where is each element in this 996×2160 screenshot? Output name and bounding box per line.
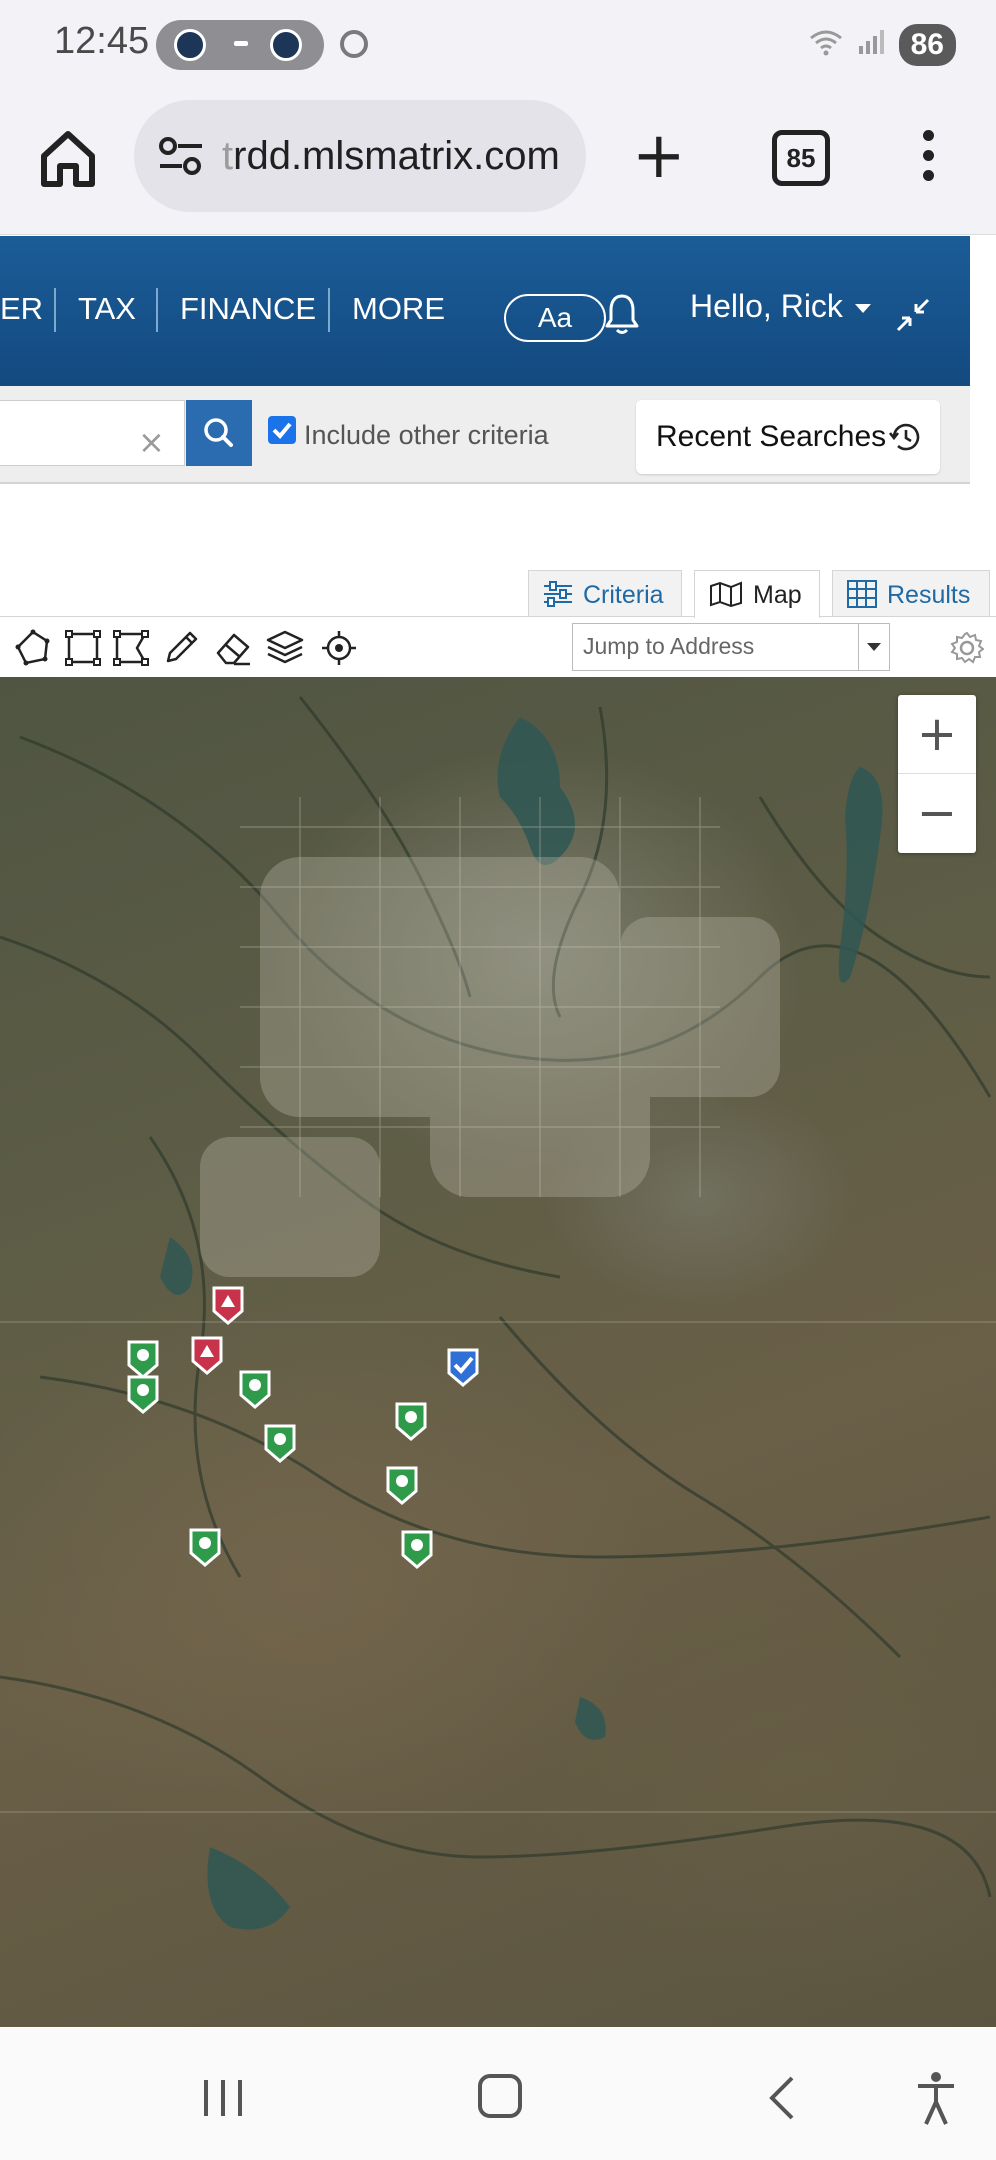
signal-icon (857, 28, 885, 63)
include-criteria-checkbox[interactable] (268, 416, 296, 444)
checkmark-icon (272, 422, 292, 439)
back-icon[interactable] (762, 2074, 802, 2122)
rectangle-draw-icon[interactable] (64, 629, 102, 667)
zoom-control: + − (898, 695, 976, 853)
collapse-icon[interactable] (894, 296, 932, 334)
user-menu[interactable]: Hello, Rick (690, 288, 871, 325)
active-listing-marker[interactable] (394, 1401, 428, 1441)
battery-indicator: 86 (898, 24, 956, 66)
sync-status-icon (340, 30, 368, 58)
recent-searches-button[interactable]: Recent Searches (636, 400, 940, 474)
locate-me-icon[interactable] (320, 629, 358, 667)
nav-item-more[interactable]: MORE (352, 291, 445, 327)
tab-switcher-button[interactable]: 85 (772, 130, 830, 186)
jump-to-address-input[interactable]: Jump to Address (572, 623, 890, 671)
browser-toolbar: trdd.mlsmatrix.com + 85 (0, 92, 996, 235)
nav-item-partial[interactable]: ER (0, 291, 43, 327)
home-icon[interactable] (36, 126, 100, 190)
polygon-draw-icon[interactable] (14, 629, 52, 667)
tab-map[interactable]: Map (694, 570, 820, 618)
status-bar: 12:45 86 (0, 0, 996, 92)
app-notification-icon (174, 29, 206, 61)
zoom-in-button[interactable]: + (898, 695, 976, 774)
wifi-icon (809, 28, 843, 63)
search-icon (204, 418, 233, 447)
notification-pill (156, 20, 324, 70)
active-listing-marker[interactable] (126, 1339, 160, 1379)
recent-apps-icon[interactable] (200, 2076, 246, 2120)
map-icon (710, 581, 742, 607)
active-listing-marker[interactable] (188, 1527, 222, 1567)
include-criteria-label: Include other criteria (304, 420, 549, 450)
eraser-icon[interactable] (214, 629, 252, 667)
main-navigation: ER TAX FINANCE MORE Aa Hello, Rick (0, 236, 970, 386)
satellite-map[interactable]: + − (0, 677, 996, 2027)
address-bar[interactable]: trdd.mlsmatrix.com (134, 100, 586, 212)
new-listing-marker[interactable] (190, 1335, 224, 1375)
zoom-out-button[interactable]: − (898, 774, 976, 852)
tab-results[interactable]: Results (832, 570, 990, 617)
nav-item-finance[interactable]: FINANCE (180, 291, 316, 327)
sliders-icon (544, 581, 572, 607)
active-listing-marker[interactable] (238, 1369, 272, 1409)
team-notification-icon (270, 29, 302, 61)
active-listing-marker[interactable] (126, 1374, 160, 1414)
accessibility-icon[interactable] (914, 2070, 958, 2126)
chevron-down-icon[interactable] (858, 624, 889, 670)
chevron-down-icon (854, 304, 871, 314)
tab-criteria[interactable]: Criteria (528, 570, 682, 617)
search-input[interactable]: × (0, 400, 185, 466)
history-icon (888, 423, 920, 451)
clear-icon[interactable]: × (138, 423, 165, 461)
nav-item-tax[interactable]: TAX (78, 291, 136, 327)
active-listing-marker[interactable] (263, 1423, 297, 1463)
active-listing-marker[interactable] (385, 1465, 419, 1505)
selected-listing-marker[interactable] (446, 1347, 480, 1387)
status-time: 12:45 (54, 20, 150, 62)
url-text: trdd.mlsmatrix.com (222, 134, 560, 178)
new-tab-button[interactable]: + (632, 124, 686, 188)
bell-icon[interactable] (604, 292, 640, 336)
search-row: × Include other criteria Recent Searches (0, 386, 970, 484)
search-button[interactable] (186, 400, 252, 466)
map-toolbar: Jump to Address (0, 616, 996, 678)
new-listing-marker[interactable] (211, 1285, 245, 1325)
gear-icon[interactable] (950, 631, 984, 665)
shape-edit-icon[interactable] (112, 629, 150, 667)
grid-icon (847, 580, 877, 608)
site-settings-icon[interactable] (158, 136, 204, 176)
home-button-icon[interactable] (478, 2074, 522, 2118)
font-size-button[interactable]: Aa (504, 294, 606, 342)
active-listing-marker[interactable] (400, 1529, 434, 1569)
freehand-pencil-icon[interactable] (162, 629, 200, 667)
more-menu-icon[interactable] (920, 130, 936, 190)
layers-icon[interactable] (266, 629, 304, 667)
system-navigation-bar (0, 2028, 996, 2160)
